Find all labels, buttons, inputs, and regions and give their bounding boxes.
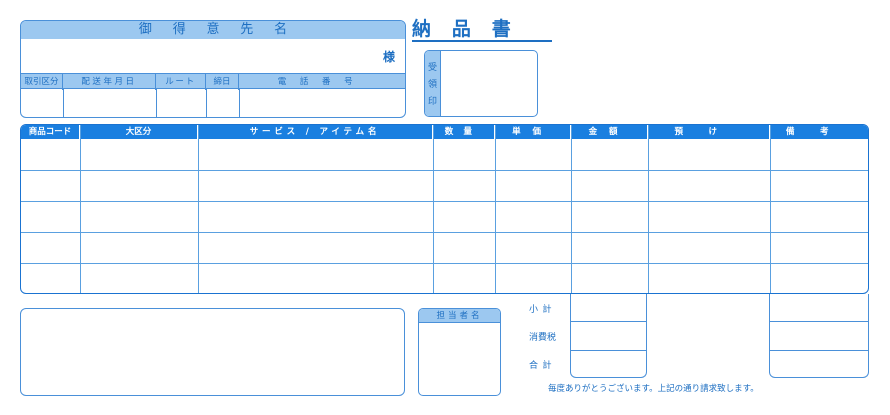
th-amount: 金額: [571, 125, 648, 139]
table-row[interactable]: [21, 171, 868, 201]
table-row[interactable]: [21, 202, 868, 232]
th-category: 大区分: [80, 125, 198, 139]
th-unit-price: 単価: [495, 125, 571, 139]
col-phone: 電話番号: [277, 77, 367, 87]
table-row[interactable]: [21, 264, 868, 293]
thanks-message: 毎度ありがとうございます。上記の通り請求致します。: [548, 384, 759, 394]
col-route: ルート: [156, 74, 206, 90]
customer-name-header: 御得意先名: [21, 21, 405, 39]
col-delivery-date: 配送年月日: [63, 74, 156, 90]
items-table-header: 商品コード 大区分 サービス / アイテム名 数量 単価 金額 預け 備考: [21, 125, 868, 139]
total-label: 合計: [529, 361, 557, 371]
staff-box[interactable]: 担当者名: [418, 308, 501, 396]
tax-label: 消費税: [529, 333, 557, 343]
stamp-char-1: 受: [427, 63, 437, 73]
th-remarks: 備考: [785, 127, 854, 137]
totals-remarks-column[interactable]: [769, 294, 869, 378]
document-title: 納品書: [412, 18, 552, 42]
stamp-char-2: 領: [427, 80, 437, 90]
table-row[interactable]: [21, 140, 868, 170]
th-quantity: 数量: [433, 125, 495, 139]
customer-name-field[interactable]: [21, 39, 405, 73]
table-row[interactable]: [21, 233, 868, 263]
customer-info-columns: 取引区分 配送年月日 ルート 締日 電話番号: [21, 73, 405, 90]
stamp-char-3: 印: [427, 97, 437, 107]
receipt-stamp-label: 受 領 印: [425, 51, 441, 116]
receipt-stamp-box[interactable]: 受 領 印: [424, 50, 538, 117]
staff-header: 担当者名: [419, 309, 500, 323]
th-item-name: サービス / アイテム名: [198, 125, 433, 139]
th-product-code: 商品コード: [21, 125, 80, 139]
items-table: 商品コード 大区分 サービス / アイテム名 数量 単価 金額 預け 備考: [20, 124, 869, 294]
memo-box[interactable]: [20, 308, 405, 396]
subtotal-label: 小計: [529, 305, 557, 315]
col-transaction-type: 取引区分: [21, 74, 63, 90]
customer-section: 御得意先名 様 取引区分 配送年月日 ルート 締日 電話番号: [20, 20, 406, 118]
th-deposit: 預け: [648, 125, 770, 139]
col-closing-day: 締日: [206, 74, 239, 90]
totals-amount-column[interactable]: [570, 294, 647, 378]
